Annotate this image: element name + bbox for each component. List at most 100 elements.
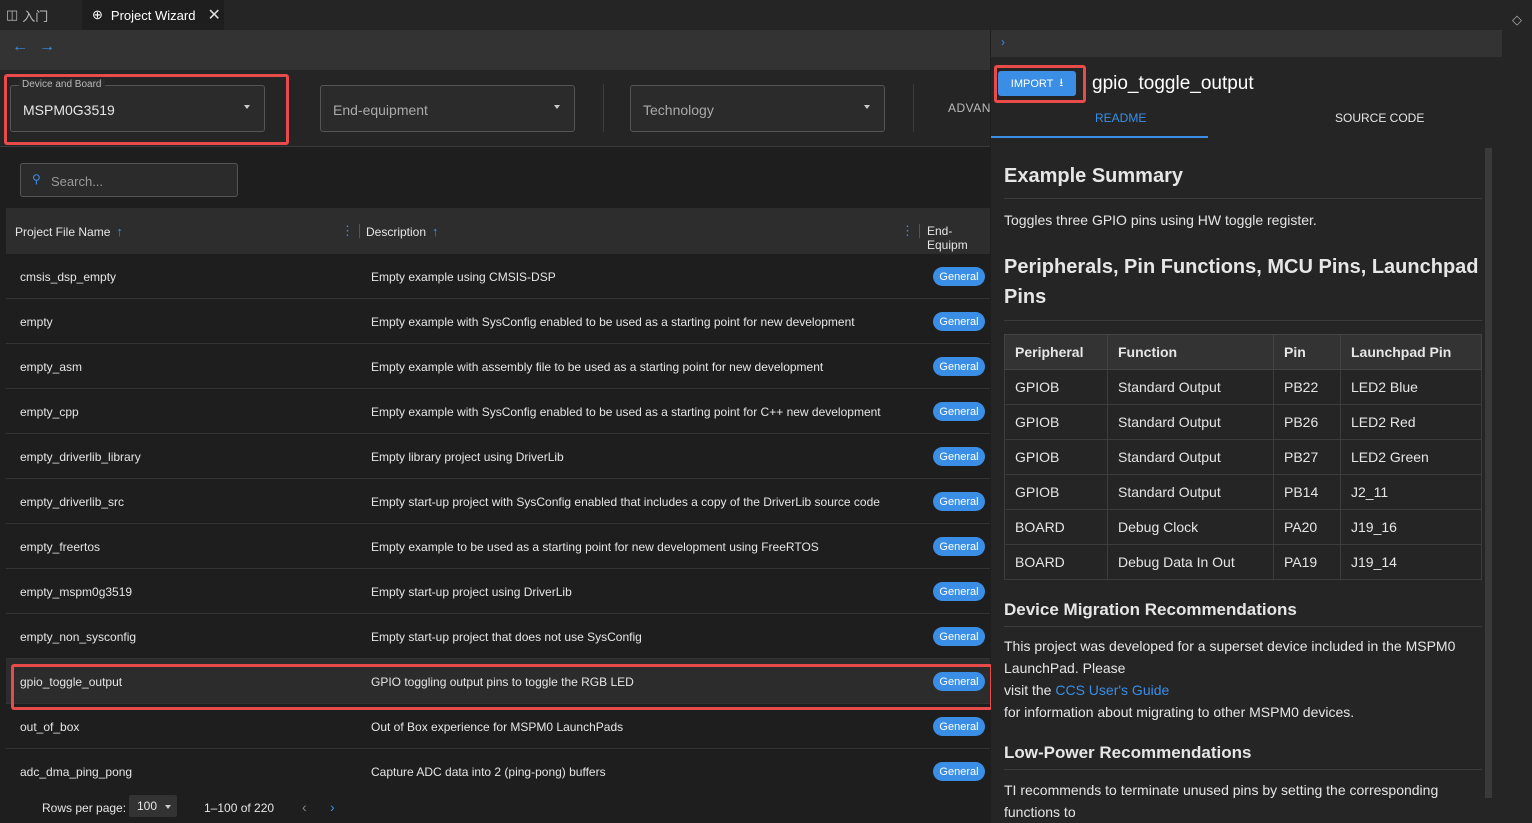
column-divider [919,224,920,238]
tab-readme[interactable]: README [1095,111,1146,125]
migration-text-line3: visit the CCS User's Guide [1004,679,1474,701]
pins-cell: J2_11 [1340,474,1482,510]
divider [913,84,914,132]
end-equipment-badge: General [933,672,985,691]
column-menu-icon[interactable]: ⋮ [341,223,354,239]
project-name: empty_cpp [20,405,79,419]
column-divider [359,224,360,238]
pins-heading-line2: Pins [1004,286,1047,308]
end-equipment-select[interactable]: End-equipment [320,85,575,132]
pins-table-row: GPIOB Standard Output PB26 LED2 Red [1004,404,1482,440]
migration-text-line2: LaunchPad. Please [1004,660,1126,676]
table-row[interactable]: empty_cpp Empty example with SysConfig e… [6,389,990,434]
project-description: Empty start-up project with SysConfig en… [371,495,880,509]
project-name: empty_driverlib_library [20,450,141,464]
tab-project-wizard-label: Project Wizard [110,7,196,23]
page-range: 1–100 of 220 [204,801,275,815]
pins-cell: GPIOB [1004,369,1108,405]
table-row[interactable]: out_of_box Out of Box experience for MSP… [6,704,990,749]
tab-intro-label: 入门 [22,8,49,24]
tab-project-wizard[interactable]: ⊕ Project Wizard ✕ [82,0,224,30]
table-row[interactable]: cmsis_dsp_empty Empty example using CMSI… [6,254,990,299]
pins-cell: Standard Output [1107,404,1274,440]
technology-select[interactable]: Technology [630,85,885,132]
pin-icon[interactable]: ◇ [1512,12,1522,28]
table-row[interactable]: empty_asm Empty example with assembly fi… [6,344,990,389]
ccs-users-guide-link[interactable]: CCS User's Guide [1055,682,1169,698]
previous-page-icon[interactable]: ‹ [302,799,307,815]
project-name: cmsis_dsp_empty [20,270,117,284]
pins-table-row: GPIOB Standard Output PB14 J2_11 [1004,474,1482,510]
end-equipment-placeholder: End-equipment [333,102,428,118]
project-description: Empty example to be used as a starting p… [371,540,819,554]
pins-cell: LED2 Blue [1340,369,1482,405]
project-description: Empty start-up project using DriverLib [371,585,572,599]
low-power-text-line2: functions to [1004,804,1076,820]
end-equipment-badge: General [933,582,985,601]
project-description: Empty example with SysConfig enabled to … [371,405,881,419]
divider [1004,626,1482,627]
migration-text-line4: for information about migrating to other… [1004,704,1355,720]
search-input[interactable]: ⚲ Search... [20,163,238,197]
side-activity-strip: ◇ [1502,0,1532,823]
low-power-heading: Low-Power Recommendations [1004,743,1252,762]
pins-cell: GPIOB [1004,439,1108,475]
table-row[interactable]: empty_freertos Empty example to be used … [6,524,990,569]
book-icon: ◫ [6,7,19,22]
migration-heading: Device Migration Recommendations [1004,600,1297,619]
pins-cell: Standard Output [1107,369,1274,405]
table-row[interactable]: empty_driverlib_src Empty start-up proje… [6,479,990,524]
column-header-description[interactable]: Description ↑ [366,224,439,239]
end-equipment-badge: General [933,357,985,376]
tab-source-code[interactable]: SOURCE CODE [1335,111,1424,125]
project-name: empty_asm [20,360,83,374]
table-row[interactable]: empty_mspm0g3519 Empty start-up project … [6,569,990,614]
project-name: out_of_box [20,720,80,734]
next-page-icon[interactable]: › [330,799,335,815]
project-name: empty_driverlib_src [20,495,125,509]
pins-cell: GPIOB [1004,474,1108,510]
migration-text-prefix: visit the [1004,682,1056,698]
import-label: IMPORT [1010,77,1054,90]
column-header-label: Project File Name [15,225,111,239]
rows-per-page-select[interactable]: 100 [129,795,177,817]
device-board-select[interactable]: Device and Board MSPM0G3519 [10,79,265,132]
technology-placeholder: Technology [643,102,714,118]
back-arrow-icon[interactable]: ← [12,38,28,56]
column-menu-icon[interactable]: ⋮ [901,223,914,239]
column-header-end-equipment[interactable]: End-Equipm [927,224,990,252]
end-equipment-badge: General [933,402,985,421]
end-equipment-badge: General [933,492,985,511]
forward-arrow-icon[interactable]: → [39,38,55,56]
table-row[interactable]: empty_driverlib_library Empty library pr… [6,434,990,479]
end-equipment-badge: General [933,447,985,466]
table-row-selected[interactable]: gpio_toggle_output GPIO toggling output … [6,659,990,704]
pins-cell: BOARD [1004,509,1108,545]
rows-per-page-label: Rows per page: [42,801,127,815]
project-description: Empty example using CMSIS-DSP [371,270,556,284]
sort-up-icon[interactable]: ↑ [116,224,123,239]
table-pagination: Rows per page: 100 1–100 of 220 ‹ › [6,787,990,823]
pins-cell: Debug Data In Out [1107,544,1274,580]
pins-cell: Standard Output [1107,439,1274,475]
globe-icon: ⊕ [92,7,103,22]
advanced-button[interactable]: ADVANC [948,101,990,115]
pins-header-cell: Pin [1273,334,1341,370]
table-row[interactable]: empty Empty example with SysConfig enabl… [6,299,990,344]
end-equipment-badge: General [933,762,985,781]
tab-intro[interactable]: ◫ 入门 [0,0,82,30]
pins-cell: LED2 Red [1340,404,1482,440]
pins-heading-line1: Peripherals, Pin Functions, MCU Pins, La… [1004,256,1479,278]
sort-up-icon[interactable]: ↑ [432,224,439,239]
example-title: gpio_toggle_output [1092,73,1254,94]
pins-cell: J19_14 [1340,544,1482,580]
import-button[interactable]: IMPORT ⭳ [998,71,1076,96]
end-equipment-badge: General [933,267,985,286]
column-header-project-file-name[interactable]: Project File Name ↑ [15,224,123,239]
close-icon[interactable]: ✕ [207,5,220,25]
pins-cell: J19_16 [1340,509,1482,545]
table-row[interactable]: empty_non_sysconfig Empty start-up proje… [6,614,990,659]
scrollbar[interactable] [1485,148,1492,798]
summary-heading: Example Summary [1004,165,1183,187]
chevron-right-icon[interactable]: › [1001,35,1005,49]
